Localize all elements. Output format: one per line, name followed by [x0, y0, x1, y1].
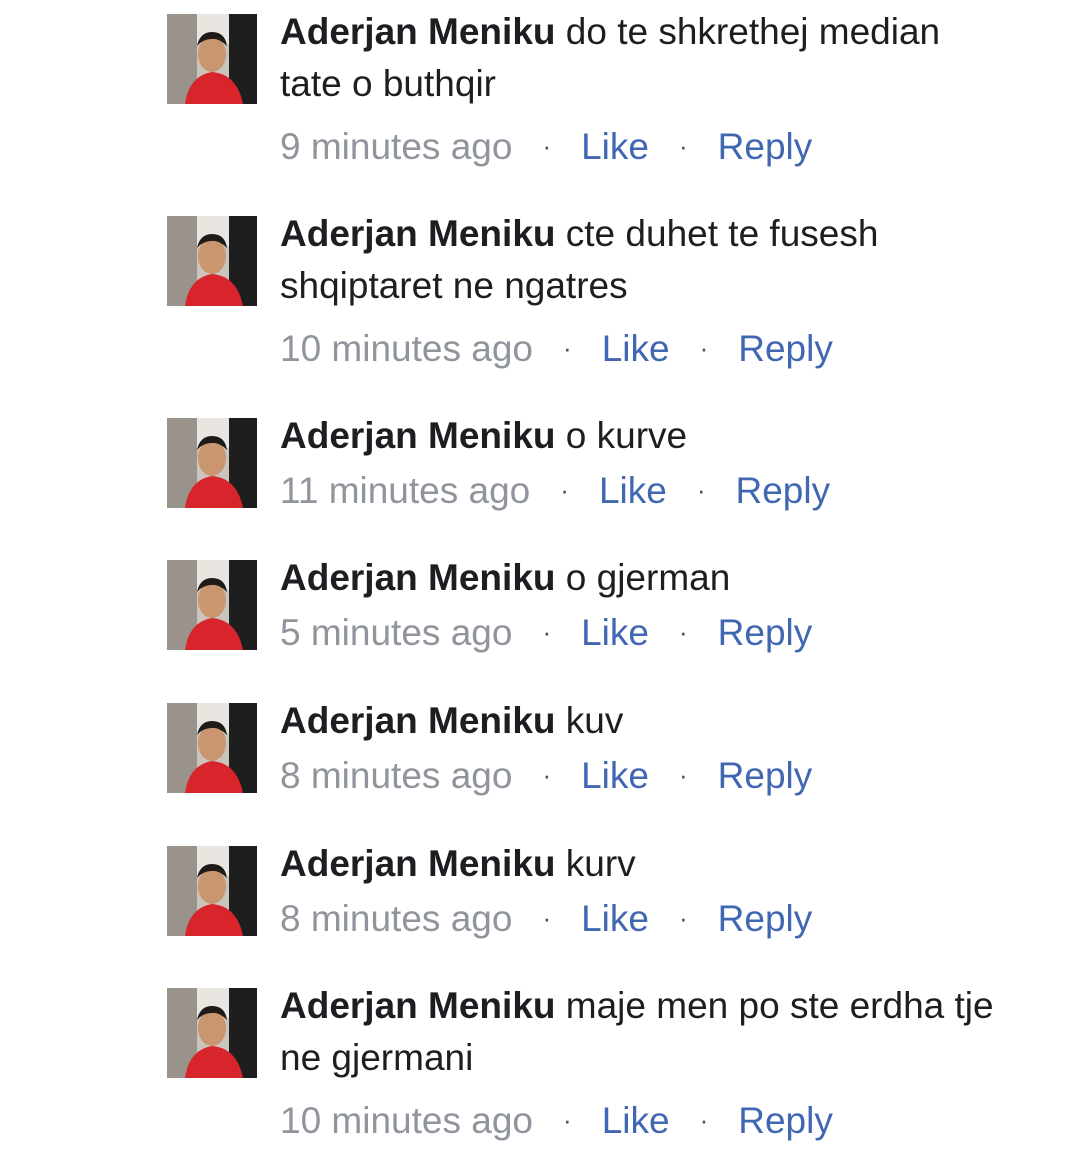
separator-dot: ·	[696, 475, 706, 505]
like-button[interactable]: Like	[581, 755, 649, 796]
comment-meta: 9 minutes ago · Like · Reply	[280, 124, 1000, 169]
comment-timestamp[interactable]: 10 minutes ago	[280, 1100, 533, 1141]
comment-message: o kurve	[565, 415, 688, 456]
separator-dot: ·	[563, 1105, 572, 1135]
comment-timestamp[interactable]: 11 minutes ago	[280, 470, 530, 511]
avatar[interactable]	[167, 216, 257, 306]
comment-timestamp[interactable]: 9 minutes ago	[280, 126, 512, 167]
comment-text: Aderjan Meniku cte duhet te fusesh shqip…	[280, 208, 1000, 312]
reply-button[interactable]: Reply	[738, 328, 833, 369]
comment-meta: 8 minutes ago · Like · Reply	[280, 896, 1000, 941]
avatar[interactable]	[167, 14, 257, 104]
comment-timestamp[interactable]: 8 minutes ago	[280, 898, 512, 939]
separator-dot: ·	[542, 617, 552, 647]
comment-text: Aderjan Meniku o kurve	[280, 410, 1000, 462]
separator-dot: ·	[563, 333, 572, 363]
comment-message: kurv	[565, 843, 636, 884]
comment-text: Aderjan Meniku do te shkrethej median ta…	[280, 6, 1000, 110]
separator-dot: ·	[699, 333, 709, 363]
reply-button[interactable]: Reply	[718, 755, 813, 796]
avatar-image	[167, 14, 257, 104]
comment-meta: 11 minutes ago · Like · Reply	[280, 468, 1000, 513]
comment-timestamp[interactable]: 10 minutes ago	[280, 328, 533, 369]
avatar[interactable]	[167, 988, 257, 1078]
reply-button[interactable]: Reply	[718, 126, 813, 167]
separator-dot: ·	[542, 131, 552, 161]
like-button[interactable]: Like	[599, 470, 667, 511]
avatar[interactable]	[167, 418, 257, 508]
comment-message: kuv	[565, 700, 624, 741]
comment-meta: 10 minutes ago · Like · Reply	[280, 1098, 1000, 1143]
avatar-image	[167, 846, 257, 936]
separator-dot: ·	[679, 903, 688, 933]
reply-button[interactable]: Reply	[718, 898, 813, 939]
separator-dot: ·	[699, 1105, 709, 1135]
comment-meta: 5 minutes ago · Like · Reply	[280, 610, 1000, 655]
comment-text: Aderjan Meniku kurv	[280, 838, 1000, 890]
comment-text: Aderjan Meniku o gjerman	[280, 552, 1000, 604]
comment-author[interactable]: Aderjan Meniku	[280, 11, 556, 52]
like-button[interactable]: Like	[602, 1100, 670, 1141]
avatar[interactable]	[167, 846, 257, 936]
separator-dot: ·	[560, 475, 569, 505]
comment-author[interactable]: Aderjan Meniku	[280, 415, 556, 456]
comment-meta: 10 minutes ago · Like · Reply	[280, 326, 1000, 371]
avatar[interactable]	[167, 560, 257, 650]
like-button[interactable]: Like	[581, 126, 649, 167]
comment-text: Aderjan Meniku kuv	[280, 695, 1000, 747]
avatar-image	[167, 703, 257, 793]
like-button[interactable]: Like	[581, 898, 649, 939]
separator-dot: ·	[542, 760, 552, 790]
comment-text: Aderjan Meniku maje men po ste erdha tje…	[280, 980, 1000, 1084]
comment-meta: 8 minutes ago · Like · Reply	[280, 753, 1000, 798]
reply-button[interactable]: Reply	[738, 1100, 833, 1141]
separator-dot: ·	[542, 903, 552, 933]
avatar[interactable]	[167, 703, 257, 793]
comment-timestamp[interactable]: 8 minutes ago	[280, 755, 512, 796]
comment-message: o gjerman	[565, 557, 731, 598]
comment-author[interactable]: Aderjan Meniku	[280, 213, 556, 254]
comment-author[interactable]: Aderjan Meniku	[280, 557, 556, 598]
like-button[interactable]: Like	[581, 612, 649, 653]
comment-author[interactable]: Aderjan Meniku	[280, 985, 556, 1026]
avatar-image	[167, 560, 257, 650]
like-button[interactable]: Like	[602, 328, 670, 369]
avatar-image	[167, 216, 257, 306]
avatar-image	[167, 418, 257, 508]
separator-dot: ·	[679, 131, 688, 161]
avatar-image	[167, 988, 257, 1078]
comment-author[interactable]: Aderjan Meniku	[280, 843, 556, 884]
separator-dot: ·	[679, 760, 688, 790]
reply-button[interactable]: Reply	[736, 470, 831, 511]
comment-author[interactable]: Aderjan Meniku	[280, 700, 556, 741]
reply-button[interactable]: Reply	[718, 612, 813, 653]
comment-timestamp[interactable]: 5 minutes ago	[280, 612, 512, 653]
comment-feed: Aderjan Meniku do te shkrethej median ta…	[0, 0, 1080, 1176]
separator-dot: ·	[679, 617, 688, 647]
